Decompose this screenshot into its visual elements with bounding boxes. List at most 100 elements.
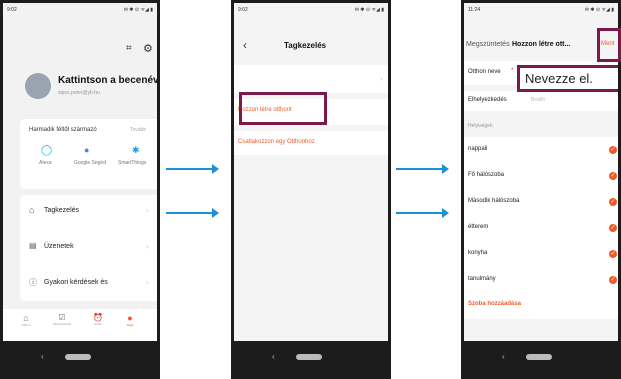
user-icon: ● [127, 313, 133, 323]
scan-icon[interactable]: ⌗ [126, 43, 132, 54]
rooms-header: Helyiségek: [468, 123, 494, 129]
home-pill-icon[interactable] [296, 354, 322, 360]
location-label: Elhelyezkedés [468, 97, 507, 103]
chevron-right-icon: › [146, 278, 149, 287]
arrow-right-icon [396, 208, 449, 218]
smartthings-button[interactable]: ✱ SmartThings [115, 145, 157, 179]
google-assistant-label: Google Segéd [74, 160, 106, 166]
page-title: Tagkezelés [284, 41, 327, 50]
rooms-list: nappali ✓ Fő hálószoba ✓ Második hálószo… [464, 137, 618, 319]
checkmark-icon[interactable]: ✓ [609, 276, 617, 284]
location-value: Beállít [531, 97, 545, 103]
status-icons: ✉ ✱ ⊙ ᯤ◢ ▮ [584, 7, 614, 13]
home-name-input-callout[interactable]: Nevezze el. [517, 65, 618, 92]
menu-item-label: Üzenetek [44, 243, 74, 250]
cancel-button[interactable]: Megszüntetés [466, 41, 510, 48]
home-pill-icon[interactable] [526, 354, 552, 360]
phone-screenshot-1: 9:02 ✉ ✱ ⊙ ᯤ◢ ▮ ⌗ ⚙ Kattintson a becenév… [0, 0, 160, 379]
tab-home[interactable]: ⌂ Otthon [15, 313, 37, 337]
highlight-box [239, 92, 327, 125]
third-party-more-link[interactable]: Tovább [130, 127, 146, 133]
settings-icon[interactable]: ⚙ [143, 42, 153, 55]
tab-scenes[interactable]: ☑ Okosfunkciók [47, 313, 77, 337]
chevron-right-icon: › [146, 242, 149, 251]
page-title: Hozzon létre ott... [512, 41, 571, 48]
room-item[interactable]: Második hálószoba ✓ [464, 189, 618, 215]
status-time: 9:02 [7, 7, 17, 13]
alarm-icon: ⏰ [93, 313, 103, 322]
home-name-input-placeholder: Nevezze el. [525, 71, 593, 86]
third-party-card: Harmadik féltől származó Tovább ◯ Alexa … [20, 119, 157, 189]
tab-smart[interactable]: ⏰ Smart [87, 313, 109, 337]
home-pill-icon[interactable] [65, 354, 91, 360]
message-icon: ▤ [29, 241, 37, 250]
profile-name[interactable]: Kattintson a becenév ... [58, 75, 157, 86]
room-label: étterem [468, 224, 489, 230]
tab-label: Okosfunkciók [52, 322, 71, 326]
android-nav-bar: ‹ [3, 341, 157, 379]
add-room-label: Szoba hozzáadása [468, 301, 522, 307]
join-home-row[interactable]: Csatlakozzon egy Otthonhoz [234, 131, 388, 155]
home-outline-icon: ⌂ [29, 205, 35, 215]
smartthings-label: SmartThings [118, 160, 147, 166]
room-label: Második hálószoba [468, 198, 520, 204]
checkmark-icon[interactable]: ✓ [609, 172, 617, 180]
checkmark-icon[interactable]: ✓ [609, 146, 617, 154]
join-home-label: Csatlakozzon egy Otthonhoz [238, 139, 315, 145]
menu-item-faq[interactable]: ⓘ Gyakori kérdések és › [20, 273, 157, 295]
google-assistant-button[interactable]: ● Google Segéd [70, 145, 110, 179]
avatar[interactable] [25, 73, 51, 99]
empty-row[interactable]: › [234, 65, 388, 93]
status-icons: ✉ ✱ ⊙ ᯤ◢ ▮ [354, 7, 384, 13]
arrow-right-icon [396, 164, 449, 174]
tab-label: Smart [93, 322, 102, 326]
tab-label: Saját [126, 323, 134, 327]
status-bar: 11:24 ✉ ✱ ⊙ ᯤ◢ ▮ [464, 3, 618, 17]
status-time: 9:02 [238, 7, 248, 13]
arrow-right-icon [166, 208, 219, 218]
bottom-tab-bar: ⌂ Otthon ☑ Okosfunkciók ⏰ Smart ● Saját [3, 309, 157, 341]
status-bar: 9:02 ✉ ✱ ⊙ ᯤ◢ ▮ [3, 3, 157, 17]
room-item[interactable]: konyha ✓ [464, 241, 618, 267]
google-assistant-icon: ● [84, 145, 90, 155]
profile-email: sipos.peter@yb.hu [58, 90, 100, 96]
tab-me[interactable]: ● Saját [119, 313, 141, 337]
menu-item-label: Gyakori kérdések és [44, 279, 108, 286]
tab-label: Otthon [21, 323, 31, 327]
chevron-right-icon: › [380, 74, 383, 83]
highlight-box [597, 28, 621, 62]
status-bar: 9:02 ✉ ✱ ⊙ ᯤ◢ ▮ [234, 3, 388, 17]
alexa-icon: ◯ [41, 145, 53, 156]
back-icon[interactable]: ‹ [41, 352, 44, 361]
menu-item-members[interactable]: ⌂ Tagkezelés › [20, 201, 157, 223]
back-arrow-icon[interactable]: ‹ [243, 38, 247, 52]
chevron-right-icon: › [146, 206, 149, 215]
help-icon: ⓘ [29, 278, 37, 287]
checkmark-icon[interactable]: ✓ [609, 224, 617, 232]
room-label: nappali [468, 146, 488, 152]
smartthings-icon: ✱ [132, 145, 140, 155]
home-name-label: Otthon neve [468, 69, 501, 75]
add-room-row[interactable]: Szoba hozzáadása [464, 293, 618, 317]
checkbox-icon: ☑ [58, 313, 66, 322]
location-row[interactable]: Elhelyezkedés Beállít [464, 91, 618, 111]
alexa-button[interactable]: ◯ Alexa [30, 145, 66, 179]
required-asterisk: * [511, 68, 514, 74]
home-icon: ⌂ [23, 313, 29, 323]
status-icons: ✉ ✱ ⊙ ᯤ◢ ▮ [123, 7, 153, 13]
room-item[interactable]: étterem ✓ [464, 215, 618, 241]
room-item[interactable]: tanulmány ✓ [464, 267, 618, 293]
menu-item-label: Tagkezelés [44, 207, 80, 214]
checkmark-icon[interactable]: ✓ [609, 250, 617, 258]
status-time: 11:24 [468, 7, 481, 13]
menu-card: ⌂ Tagkezelés › ▤ Üzenetek › ⓘ Gyakori ké… [20, 195, 157, 301]
room-label: tanulmány [468, 276, 496, 282]
room-label: konyha [468, 250, 488, 256]
room-item[interactable]: Fő hálószoba ✓ [464, 163, 618, 189]
back-icon[interactable]: ‹ [272, 352, 275, 361]
screen: 11:24 ✉ ✱ ⊙ ᯤ◢ ▮ Megszüntetés Hozzon lét… [464, 3, 618, 341]
room-item[interactable]: nappali ✓ [464, 137, 618, 163]
back-icon[interactable]: ‹ [502, 352, 505, 361]
menu-item-messages[interactable]: ▤ Üzenetek › [20, 237, 157, 259]
checkmark-icon[interactable]: ✓ [609, 198, 617, 206]
